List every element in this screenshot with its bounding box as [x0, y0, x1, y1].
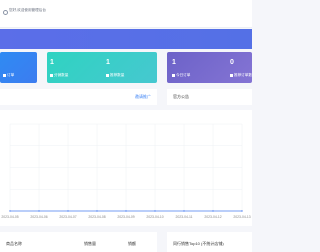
- column-product-name: 商品名称: [6, 241, 22, 246]
- announcement-panel-header: 官方公告: [167, 89, 252, 105]
- x-tick-label: 2023-04-09: [117, 215, 134, 219]
- column-sales-amount: 销额: [128, 241, 136, 246]
- data-point: [241, 210, 243, 212]
- data-point: [125, 210, 127, 212]
- card-icon: [106, 73, 109, 77]
- stat-card-today: 1 今日订单 0 推荐订单数: [167, 52, 252, 83]
- referral-order-count: 0: [230, 59, 234, 66]
- invite-promotion-link[interactable]: 邀请推广: [135, 94, 151, 100]
- data-point: [96, 210, 98, 212]
- header-banner: [0, 29, 252, 49]
- x-tick-label: 2023-04-12: [204, 215, 221, 219]
- stat-card-distribution: 1 分销数量 1 推荐数量: [47, 52, 157, 83]
- card-icon: [230, 73, 233, 77]
- top-bar: 您好,欢迎使用管理后台: [0, 0, 252, 28]
- referral-order-label: 推荐订单数: [230, 73, 252, 78]
- data-point: [183, 210, 185, 212]
- x-tick-label: 2023-04-06: [30, 215, 47, 219]
- sales-chart: 2023-04-05 2023-04-06 2023-04-07 2023-04-08…: [0, 110, 252, 226]
- data-point: [154, 210, 156, 212]
- card-icon: [172, 73, 175, 77]
- referral-count: 1: [106, 59, 110, 66]
- x-tick-label: 2023-04-07: [59, 215, 76, 219]
- distribution-count: 1: [50, 59, 54, 66]
- data-point: [67, 210, 69, 212]
- product-table-header: 商品名称 销售量 销额: [0, 232, 157, 252]
- announcement-title: 官方公告: [173, 94, 189, 99]
- data-point: [38, 210, 40, 212]
- stat-card-orders: 订单: [0, 52, 37, 83]
- distribution-label: 分销数量: [50, 73, 68, 78]
- column-sales-volume: 销售量: [84, 241, 96, 246]
- today-order-label: 今日订单: [172, 73, 190, 78]
- referral-label: 推荐数量: [106, 73, 124, 78]
- x-tick-label: 2023-04-08: [88, 215, 105, 219]
- x-tick-label: 2023-04-13: [233, 215, 250, 219]
- x-tick-label: 2023-04-05: [1, 215, 18, 219]
- top10-panel-header: 同行销售Top10 (不统计店铺): [167, 232, 252, 252]
- x-tick-label: 2023-04-10: [146, 215, 163, 219]
- line-chart: 2023-04-05 2023-04-06 2023-04-07 2023-04-08…: [1, 123, 251, 219]
- data-point: [212, 210, 214, 212]
- invite-panel-header: 邀请推广: [0, 89, 157, 105]
- card-icon: [50, 73, 53, 77]
- data-point: [9, 210, 11, 212]
- x-tick-label: 2023-04-11: [175, 215, 192, 219]
- top10-title: 同行销售Top10 (不统计店铺): [173, 241, 224, 246]
- welcome-notice: 您好,欢迎使用管理后台: [9, 8, 46, 12]
- card-label: 订单: [3, 73, 14, 78]
- notification-icon[interactable]: [3, 10, 8, 15]
- card-icon: [3, 73, 6, 77]
- today-order-count: 1: [172, 59, 176, 66]
